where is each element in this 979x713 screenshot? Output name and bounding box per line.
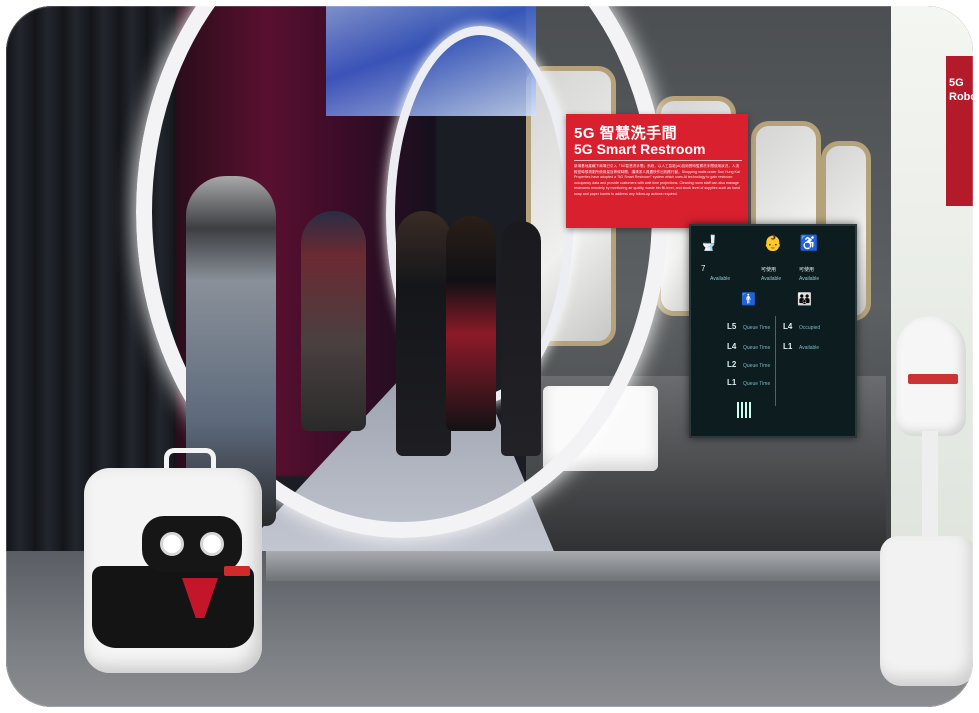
stand-neck (922, 431, 938, 541)
baby-care-count: 可使用 (761, 267, 777, 273)
wheelchair-icon: ♿ (799, 235, 819, 252)
baby-care-status: Available (761, 276, 782, 282)
sign-description: 新鴻基地產轄下商場已引入「5G智慧洗手間」系統，以人工智能(AI)技術實時監察洗… (574, 164, 740, 196)
smart-restroom-sign: 5G 智慧洗手間 5G Smart Restroom 新鴻基地產轄下商場已引入「… (566, 114, 748, 228)
qr-code (737, 402, 753, 418)
sign-divider (574, 160, 742, 161)
floor-label-left: L4 (727, 342, 737, 351)
stand-head (896, 316, 966, 436)
visitor-woman-maroon (301, 211, 366, 431)
visitor-woman-red-skirt (446, 216, 496, 431)
robot-eye-icon (160, 532, 184, 556)
stand-base (880, 536, 973, 686)
service-robot-stand (880, 316, 973, 696)
wheelchair-status: Available (799, 276, 820, 282)
visitor-dark-suit (501, 221, 541, 456)
floor-status-right: Available (799, 345, 820, 351)
right-red-banner: 5G Robot (946, 56, 973, 206)
stand-brand-logo (908, 374, 958, 384)
restroom-status-board: 🚽 7 Available 👶 可使用 Available ♿ 可使用 Avai… (689, 224, 857, 438)
robot-black-panel (92, 566, 254, 648)
floor-status-left: Queue Time (743, 345, 771, 351)
sign-title-chinese: 5G 智慧洗手間 (574, 125, 678, 142)
butler-robot (84, 448, 262, 673)
board-divider (775, 316, 776, 406)
floor-label-left: L5 (727, 322, 737, 331)
floor-label-left: L2 (727, 360, 737, 369)
baby-care-icon: 👶 (763, 235, 783, 252)
floor-status-left: Queue Time (743, 325, 771, 331)
floor-status-right: Occupied (799, 325, 821, 331)
toilet-status: Available (710, 276, 731, 282)
wheelchair-count: 可使用 (799, 267, 815, 273)
toilet-count: 7 (701, 264, 706, 273)
robot-eye-icon (200, 532, 224, 556)
floor-status-left: Queue Time (743, 381, 771, 387)
floor-label-left: L1 (727, 378, 737, 387)
floor-label-right: L1 (783, 342, 793, 351)
family-icon: 👪 (797, 292, 812, 306)
floor-status-left: Queue Time (743, 363, 771, 369)
visitor-woman-black-coat (396, 211, 451, 456)
toilet-icon: 🚽 (699, 235, 719, 252)
photo-frame: 5G 智慧洗手間 5G Smart Restroom 新鴻基地產轄下商場已引入「… (6, 6, 973, 707)
display-base-strip (266, 551, 886, 581)
robot-face-screen (142, 516, 242, 572)
sign-title-english: 5G Smart Restroom (574, 141, 706, 157)
floor-label-right: L4 (783, 322, 793, 331)
person-icon: 🚹 (741, 292, 756, 306)
robot-brand-logo (224, 566, 250, 576)
right-banner-text: 5G Robot (949, 77, 973, 103)
